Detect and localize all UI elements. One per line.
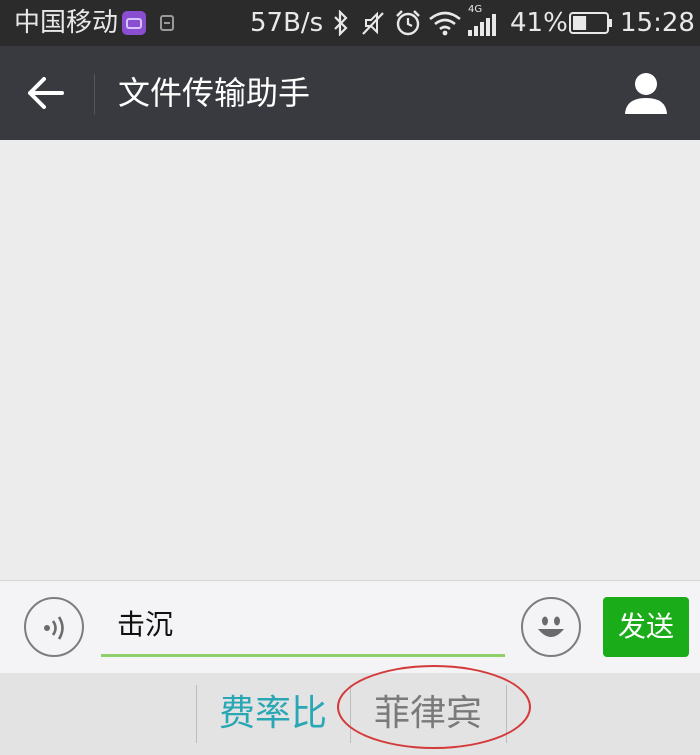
network-speed: 57B/s (250, 8, 324, 38)
battery-icon (569, 11, 613, 39)
emoji-icon (529, 605, 573, 653)
battery-fill (573, 16, 587, 30)
candidate-item-1[interactable]: 费率比 (197, 673, 349, 755)
nav-divider (94, 74, 95, 114)
signal-icon (468, 14, 498, 40)
battery-percent: 41% (510, 8, 568, 38)
voice-icon (43, 614, 67, 646)
message-input[interactable]: 击沉 (101, 595, 505, 657)
sim-icon (160, 15, 174, 35)
back-arrow-icon[interactable] (26, 76, 66, 114)
clock: 15:28 (620, 8, 695, 38)
bluetooth-icon (332, 9, 350, 40)
app-notification-icon (122, 11, 146, 39)
highlight-ellipse (337, 665, 531, 749)
input-bar: 击沉 发送 (0, 580, 700, 673)
navigation-bar: 文件传输助手 (0, 46, 700, 140)
alarm-icon (394, 9, 422, 41)
mute-icon (360, 10, 386, 40)
voice-input-button[interactable] (24, 597, 84, 657)
carrier-name: 中国移动 (14, 8, 119, 38)
page-title: 文件传输助手 (118, 74, 311, 112)
chat-message-area[interactable] (0, 140, 700, 580)
status-bar: 中国移动 57B/s 4G 41% 15:28 (0, 0, 700, 46)
send-button[interactable]: 发送 (603, 597, 689, 657)
wifi-icon (428, 10, 462, 40)
message-input-value: 击沉 (117, 608, 174, 641)
emoji-button[interactable] (521, 597, 581, 657)
profile-icon[interactable] (624, 72, 668, 118)
